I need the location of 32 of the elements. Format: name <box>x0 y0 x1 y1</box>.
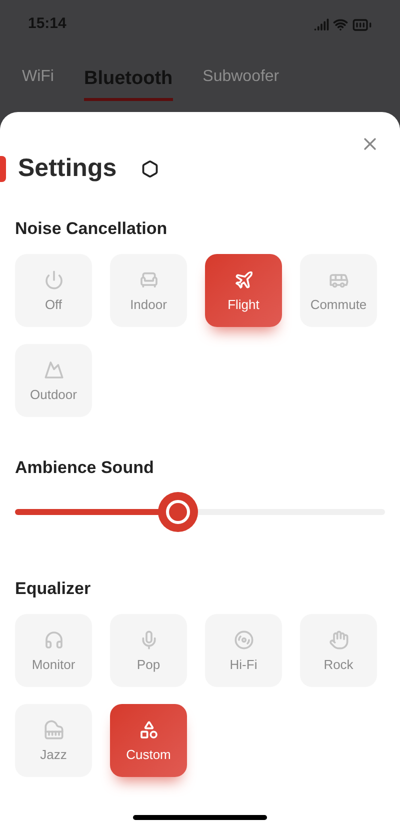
tab[interactable]: WiFi <box>22 65 54 96</box>
wifi-icon <box>333 17 348 32</box>
option-tile[interactable]: Outdoor <box>15 344 92 417</box>
option-tile[interactable]: Off <box>15 254 92 327</box>
title-accent-bar <box>0 156 6 182</box>
power-icon <box>44 270 64 290</box>
shapes-icon <box>138 720 158 740</box>
option-tile[interactable]: Flight <box>205 254 282 327</box>
section-label: Ambience Sound <box>14 457 155 479</box>
sheet-title: Settings <box>18 153 117 184</box>
tab[interactable]: Subwoofer <box>202 65 280 96</box>
slider[interactable] <box>15 492 385 532</box>
armchair-icon <box>138 270 158 290</box>
option-tile[interactable]: Custom <box>110 704 187 777</box>
option-tile[interactable]: Pop <box>110 614 187 687</box>
mountain-icon <box>44 360 64 380</box>
signal-icon <box>314 17 329 32</box>
hand-icon <box>328 630 348 650</box>
section-label: Noise Cancellation <box>14 218 168 240</box>
option-tile[interactable]: Commute <box>300 254 377 327</box>
option-tile[interactable]: Jazz <box>15 704 92 777</box>
headphones-icon <box>44 630 64 650</box>
option-tile[interactable]: Rock <box>300 614 377 687</box>
hexagon-icon <box>140 160 159 178</box>
option-tile[interactable]: Hi-Fi <box>205 614 282 687</box>
slider-thumb[interactable] <box>158 492 198 532</box>
disc-icon <box>234 630 254 650</box>
section-label: Equalizer <box>14 578 92 600</box>
plane-icon <box>234 270 254 290</box>
piano-icon <box>44 720 64 740</box>
option-tile[interactable]: Indoor <box>110 254 187 327</box>
option-tile[interactable]: Monitor <box>15 614 92 687</box>
